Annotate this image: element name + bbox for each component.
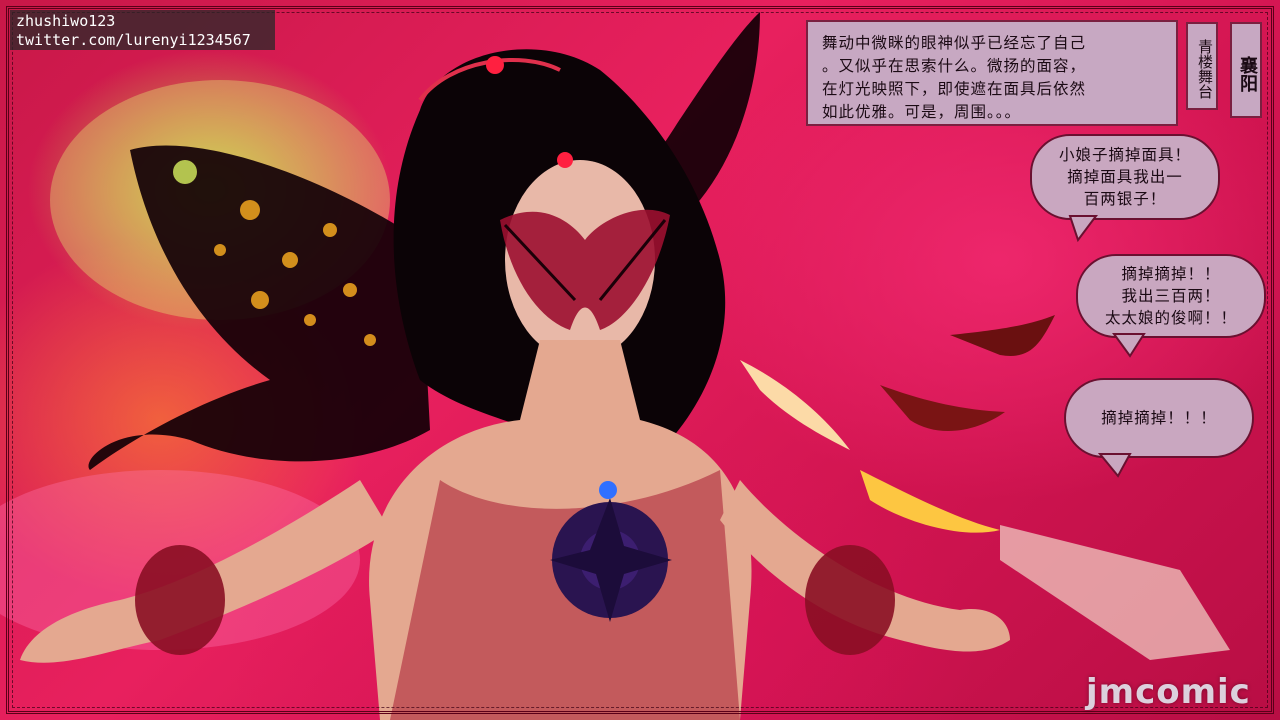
narration-line: 舞动中微眯的眼神似乎已经忘了自己: [822, 34, 1087, 52]
city-tag: 襄阳: [1230, 22, 1262, 118]
bubble-line: 摘掉面具我出一: [1067, 168, 1183, 186]
watermark-username: zhushiwo123: [16, 12, 116, 30]
speech-bubble-tail: [1068, 215, 1098, 242]
site-logo: jmcomic: [1086, 672, 1251, 712]
speech-bubble: 摘掉摘掉！！！: [1064, 378, 1254, 458]
speech-bubble-tail: [1098, 453, 1132, 478]
bubble-line: 太太娘的俊啊！！: [1104, 309, 1237, 327]
bubble-line: 百两银子！: [1083, 190, 1167, 208]
bubble-line: 摘掉摘掉！！: [1121, 265, 1221, 283]
watermark-twitter: twitter.com/lurenyi1234567: [16, 31, 251, 49]
narration-line: 如此优雅。可是，周围。。。: [822, 103, 1022, 121]
artist-watermark: zhushiwo123 twitter.com/lurenyi1234567: [10, 10, 275, 50]
narration-line: 。又似乎在思索什么。微扬的面容，: [822, 57, 1087, 75]
speech-bubble: 小娘子摘掉面具！ 摘掉面具我出一 百两银子！: [1030, 134, 1220, 220]
speech-bubble: 摘掉摘掉！！ 我出三百两！ 太太娘的俊啊！！: [1076, 254, 1266, 338]
bubble-line: 摘掉摘掉！！！: [1101, 409, 1217, 427]
venue-tag: 青楼舞台: [1186, 22, 1218, 110]
bubble-line: 我出三百两！: [1121, 287, 1221, 305]
narration-box: 舞动中微眯的眼神似乎已经忘了自己 。又似乎在思索什么。微扬的面容， 在灯光映照下…: [806, 20, 1178, 126]
bubble-line: 小娘子摘掉面具！: [1058, 146, 1191, 164]
narration-line: 在灯光映照下，即使遮在面具后依然: [822, 80, 1087, 98]
speech-bubble-tail: [1112, 333, 1146, 358]
